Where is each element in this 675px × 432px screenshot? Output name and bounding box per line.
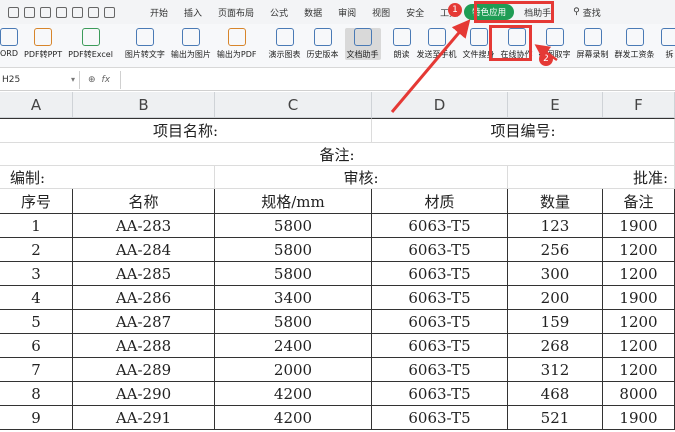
arrow-to-online-collab [534,44,558,62]
annotation-arrows [390,19,558,113]
arrow-to-special-tab [390,19,471,113]
